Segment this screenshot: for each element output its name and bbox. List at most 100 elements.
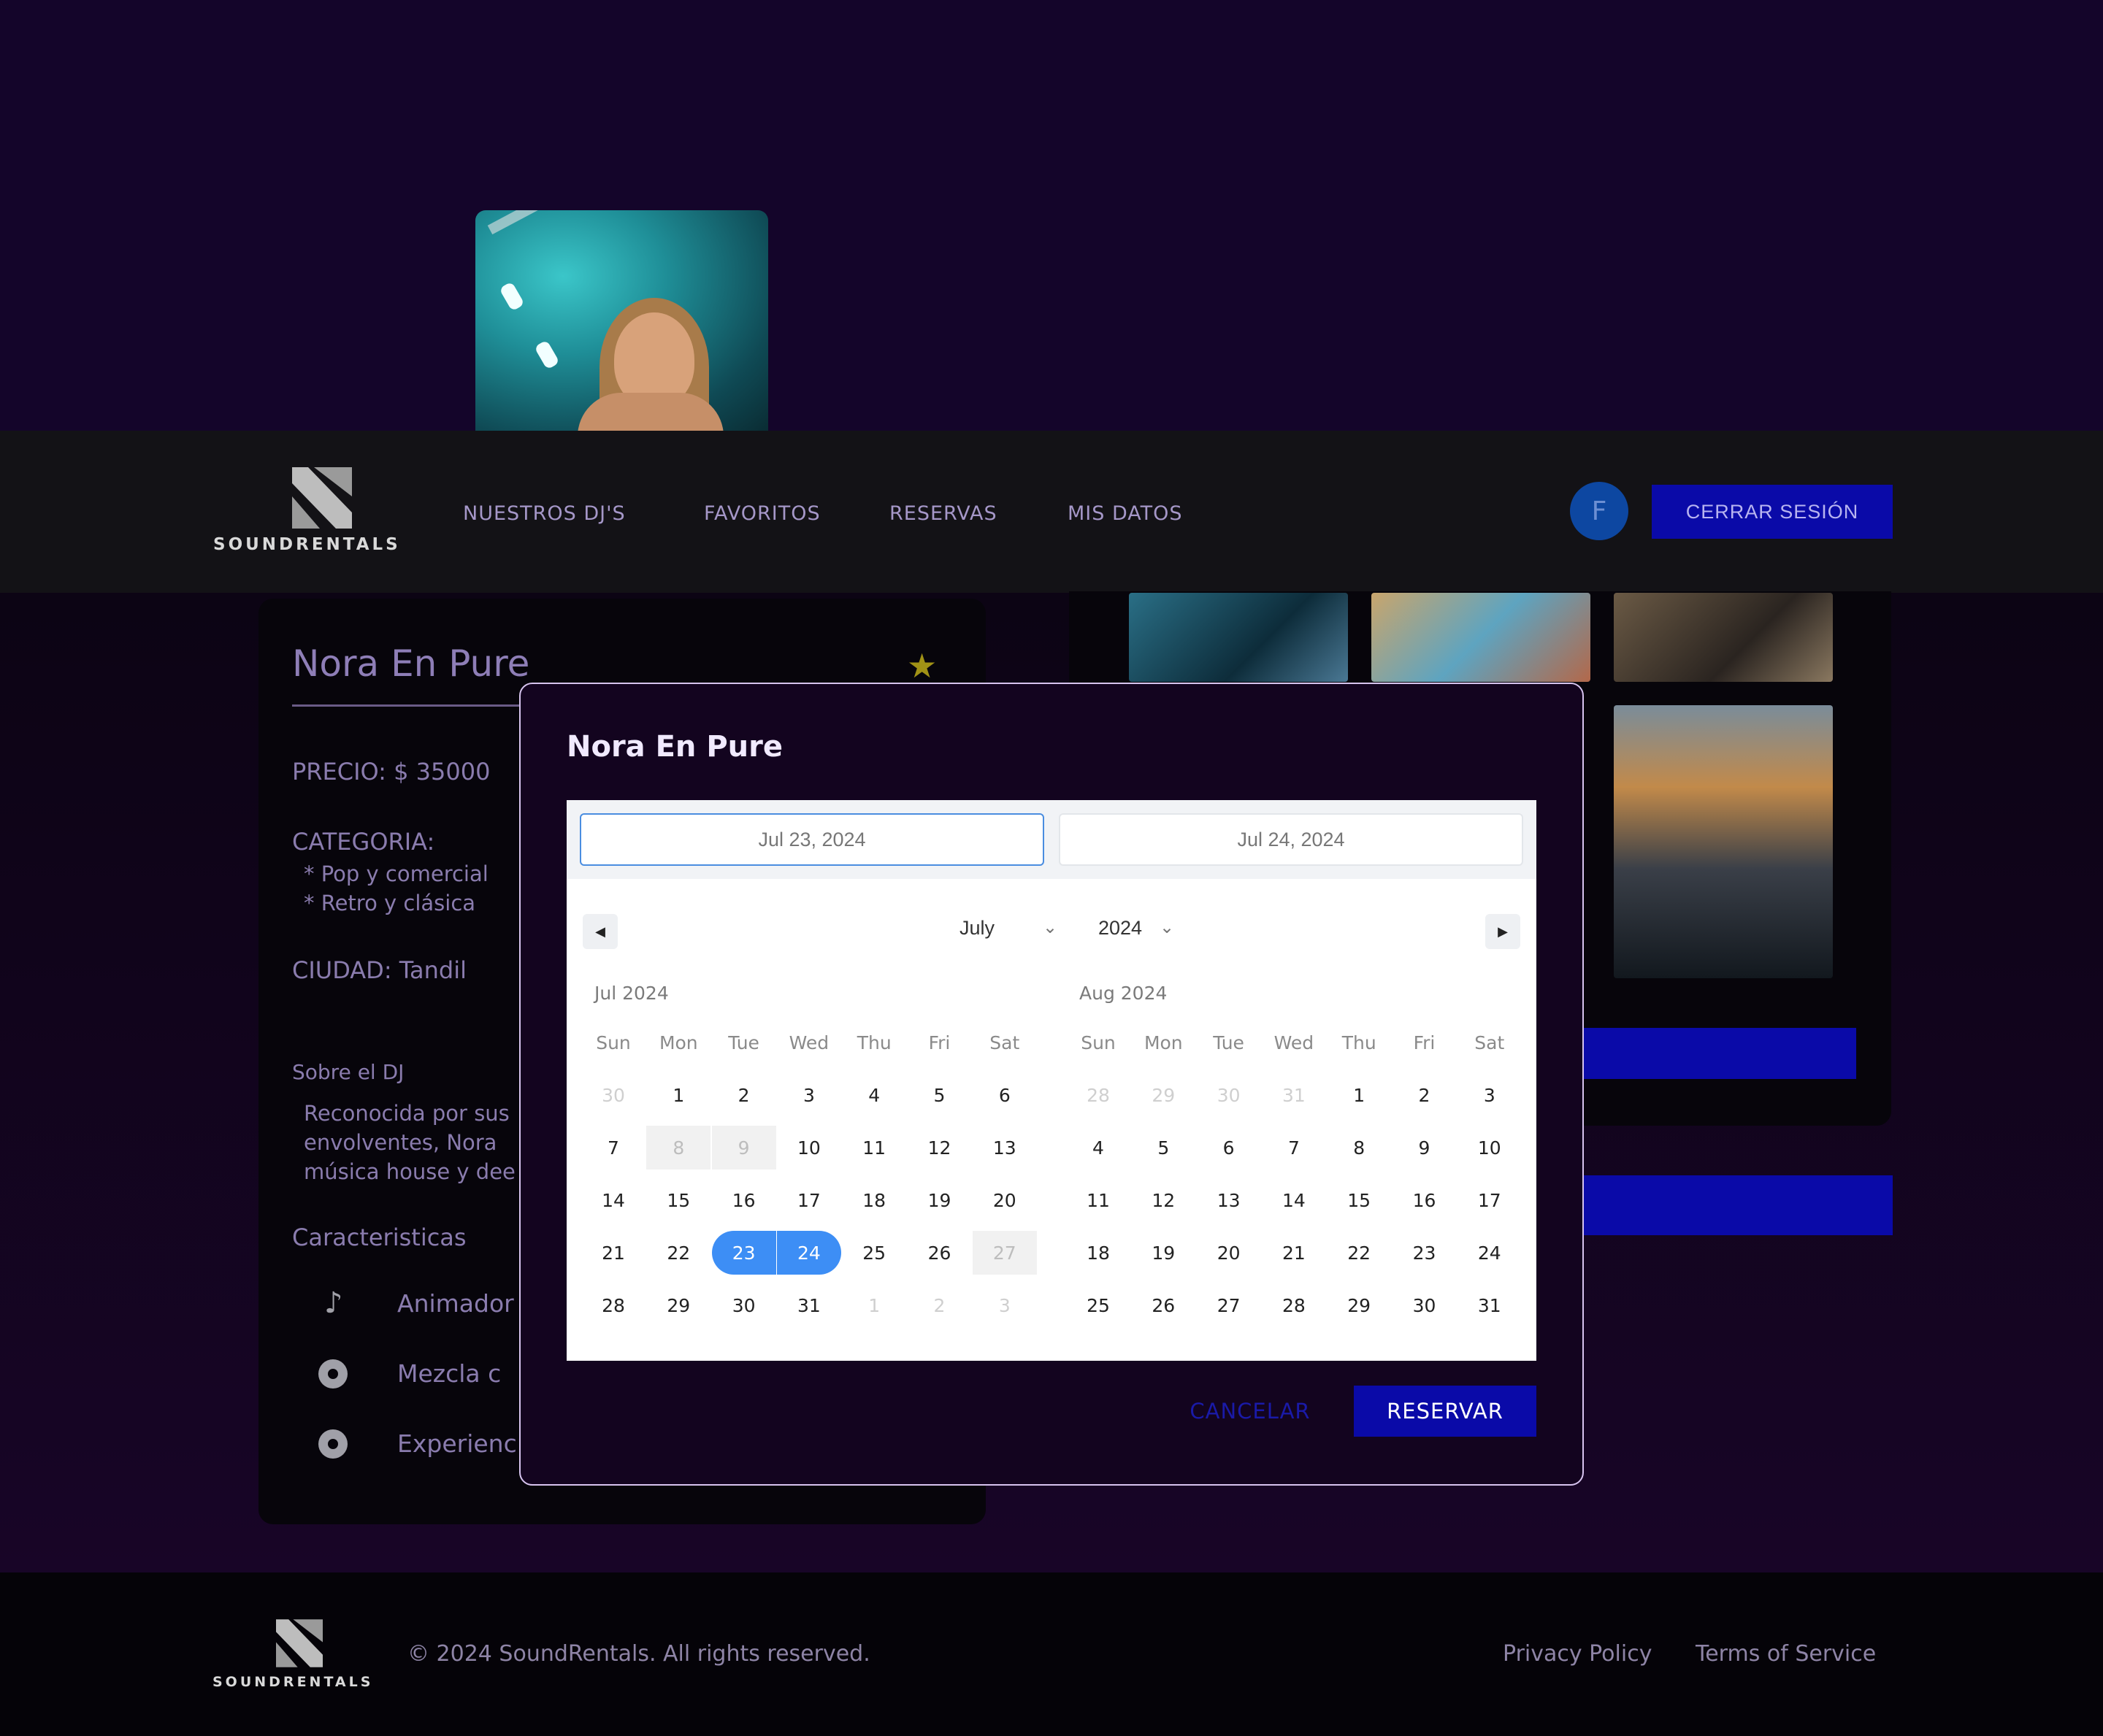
brand-logo-text[interactable]: SOUNDRENTALS: [213, 535, 401, 554]
calendar-day[interactable]: 14: [581, 1178, 646, 1222]
calendar-day[interactable]: 29: [1327, 1283, 1391, 1327]
year-select[interactable]: 2024: [1098, 917, 1142, 940]
calendar-day[interactable]: 30: [581, 1073, 646, 1117]
gallery-image[interactable]: [1371, 593, 1590, 682]
calendar-day[interactable]: 7: [581, 1126, 646, 1170]
calendar-day[interactable]: 24: [776, 1231, 841, 1275]
calendar-day[interactable]: 26: [1131, 1283, 1195, 1327]
chevron-down-icon[interactable]: ⌄: [1160, 917, 1174, 937]
start-date-input[interactable]: Jul 23, 2024: [580, 813, 1044, 866]
calendar-day[interactable]: 5: [908, 1073, 972, 1117]
secondary-action-button[interactable]: [1570, 1175, 1893, 1235]
footer-logo-icon[interactable]: [276, 1618, 323, 1668]
calendar-day[interactable]: 26: [908, 1231, 972, 1275]
calendar-day[interactable]: 3: [1457, 1073, 1522, 1117]
calendar-day[interactable]: 13: [973, 1126, 1037, 1170]
calendar-day[interactable]: 17: [1457, 1178, 1522, 1222]
calendar-day[interactable]: 27: [972, 1231, 1037, 1275]
calendar-day[interactable]: 10: [1457, 1126, 1522, 1170]
calendar-day[interactable]: 12: [1131, 1178, 1195, 1222]
calendar-day[interactable]: 3: [777, 1073, 841, 1117]
calendar-day[interactable]: 23: [711, 1231, 776, 1275]
calendar-day[interactable]: 11: [1066, 1178, 1130, 1222]
calendar-day[interactable]: 6: [973, 1073, 1037, 1117]
calendar-day[interactable]: 30: [1393, 1283, 1457, 1327]
calendar-day[interactable]: 17: [777, 1178, 841, 1222]
calendar-day[interactable]: 28: [1066, 1073, 1130, 1117]
calendar-day[interactable]: 7: [1262, 1126, 1326, 1170]
calendar-day[interactable]: 20: [1197, 1231, 1261, 1275]
calendar-day[interactable]: 29: [646, 1283, 710, 1327]
calendar-day[interactable]: 11: [842, 1126, 906, 1170]
calendar-day[interactable]: 23: [1393, 1231, 1457, 1275]
gallery-action-button[interactable]: [1570, 1028, 1856, 1079]
calendar-day[interactable]: 15: [646, 1178, 710, 1222]
nav-link-mis-datos[interactable]: MIS DATOS: [1068, 502, 1183, 525]
calendar-day[interactable]: 2: [1393, 1073, 1457, 1117]
gallery-image[interactable]: [1614, 593, 1833, 682]
gallery-image[interactable]: [1129, 593, 1348, 682]
calendar-day[interactable]: 19: [908, 1178, 972, 1222]
calendar-day[interactable]: 21: [1262, 1231, 1326, 1275]
calendar-day[interactable]: 10: [777, 1126, 841, 1170]
calendar-day[interactable]: 20: [973, 1178, 1037, 1222]
privacy-policy-link[interactable]: Privacy Policy: [1503, 1641, 1652, 1667]
month-select[interactable]: July: [959, 917, 995, 940]
calendar-day[interactable]: 4: [1066, 1126, 1130, 1170]
user-avatar[interactable]: F: [1570, 482, 1628, 540]
calendar-day[interactable]: 21: [581, 1231, 646, 1275]
calendar-day[interactable]: 18: [1066, 1231, 1130, 1275]
calendar-day[interactable]: 3: [973, 1283, 1037, 1327]
calendar-day[interactable]: 30: [712, 1283, 776, 1327]
calendar-day[interactable]: 30: [1197, 1073, 1261, 1117]
prev-month-button[interactable]: ◀: [583, 914, 618, 949]
calendar-day[interactable]: 2: [908, 1283, 972, 1327]
end-date-input[interactable]: Jul 24, 2024: [1059, 813, 1523, 866]
calendar-day[interactable]: 15: [1327, 1178, 1391, 1222]
calendar-day[interactable]: 31: [1457, 1283, 1522, 1327]
calendar-day[interactable]: 6: [1197, 1126, 1261, 1170]
calendar-day[interactable]: 22: [1327, 1231, 1391, 1275]
calendar-day[interactable]: 18: [842, 1178, 906, 1222]
calendar-day[interactable]: 4: [842, 1073, 906, 1117]
chevron-down-icon[interactable]: ⌄: [1043, 917, 1057, 937]
calendar-day[interactable]: 27: [1197, 1283, 1261, 1327]
calendar-day[interactable]: 9: [711, 1126, 776, 1170]
calendar-day[interactable]: 29: [1131, 1073, 1195, 1117]
calendar-day[interactable]: 12: [908, 1126, 972, 1170]
nav-link-djs[interactable]: NUESTROS DJ'S: [463, 502, 626, 525]
calendar-day[interactable]: 14: [1262, 1178, 1326, 1222]
footer-logo-text[interactable]: SOUNDRENTALS: [212, 1674, 373, 1690]
brand-logo-icon[interactable]: [292, 467, 352, 529]
calendar-day[interactable]: 28: [581, 1283, 646, 1327]
nav-link-reservas[interactable]: RESERVAS: [889, 502, 997, 525]
logout-button[interactable]: CERRAR SESIÓN: [1652, 485, 1893, 539]
calendar-day[interactable]: 2: [712, 1073, 776, 1117]
calendar-day[interactable]: 1: [1327, 1073, 1391, 1117]
calendar-day[interactable]: 28: [1262, 1283, 1326, 1327]
reserve-button[interactable]: RESERVAR: [1354, 1386, 1536, 1437]
calendar-day[interactable]: 16: [712, 1178, 776, 1222]
calendar-day[interactable]: 31: [1262, 1073, 1326, 1117]
calendar-day[interactable]: 24: [1457, 1231, 1522, 1275]
nav-link-favoritos[interactable]: FAVORITOS: [704, 502, 821, 525]
calendar-day[interactable]: 22: [646, 1231, 710, 1275]
calendar-day[interactable]: 25: [1066, 1283, 1130, 1327]
next-month-button[interactable]: ▶: [1485, 914, 1520, 949]
calendar-day[interactable]: 16: [1393, 1178, 1457, 1222]
calendar-day[interactable]: 19: [1131, 1231, 1195, 1275]
calendar-day[interactable]: 13: [1197, 1178, 1261, 1222]
calendar-day[interactable]: 8: [646, 1126, 711, 1170]
calendar-day[interactable]: 1: [646, 1073, 710, 1117]
calendar-day[interactable]: 31: [777, 1283, 841, 1327]
calendar-day[interactable]: 5: [1131, 1126, 1195, 1170]
calendar-day[interactable]: 1: [842, 1283, 906, 1327]
calendar-day[interactable]: 8: [1327, 1126, 1391, 1170]
cancel-button[interactable]: CANCELAR: [1177, 1386, 1323, 1437]
weekday-label: Sun: [1081, 1032, 1116, 1053]
calendar-day[interactable]: 25: [842, 1231, 906, 1275]
calendar-day[interactable]: 9: [1393, 1126, 1457, 1170]
terms-of-service-link[interactable]: Terms of Service: [1696, 1641, 1876, 1667]
favorite-star-icon[interactable]: ★: [907, 646, 937, 685]
gallery-image[interactable]: [1614, 705, 1833, 978]
